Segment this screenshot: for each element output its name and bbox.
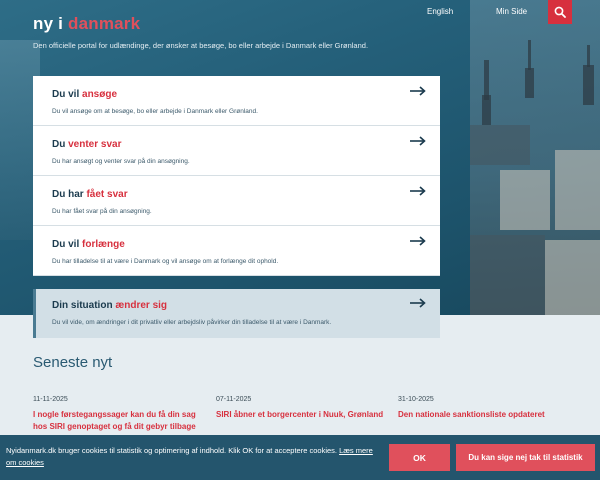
card-title: Du vil forlænge <box>52 239 125 250</box>
arrow-right-icon <box>410 86 426 96</box>
search-icon <box>554 6 566 18</box>
card-title: Du vil ansøge <box>52 89 118 100</box>
cookie-accept-button[interactable]: OK <box>389 444 450 471</box>
card-title: Du har fået svar <box>52 189 128 200</box>
situation-card-list: Du vil ansøge Du vil ansøge om at besøge… <box>33 76 440 276</box>
card-description: Du har fået svar på din ansøgning. <box>52 208 152 215</box>
news-item: 07-11-2025 SIRI åbner et borgercenter i … <box>216 396 386 421</box>
arrow-right-icon <box>410 136 426 146</box>
cookie-message: Nyidanmark.dk bruger cookies til statist… <box>6 446 373 467</box>
card-description: Du vil vide, om ændringer i dit privatli… <box>52 319 332 326</box>
card-description: Du har ansøgt og venter svar på din ansø… <box>52 158 190 165</box>
card-din-situation-aendrer-sig[interactable]: Din situation ændrer sig Du vil vide, om… <box>33 289 440 338</box>
card-du-vil-ansoge[interactable]: Du vil ansøge Du vil ansøge om at besøge… <box>33 76 440 126</box>
arrow-right-icon <box>410 186 426 196</box>
card-description: Du vil ansøge om at besøge, bo eller arb… <box>52 108 258 115</box>
news-headline-link[interactable]: SIRI åbner et borgercenter i Nuuk, Grønl… <box>216 409 386 421</box>
nav-english-link[interactable]: English <box>427 7 453 16</box>
news-section-heading: Seneste nyt <box>33 354 113 371</box>
card-du-har-faaet-svar[interactable]: Du har fået svar Du har fået svar på din… <box>33 176 440 226</box>
card-description: Du har tilladelse til at være i Danmark … <box>52 258 279 265</box>
cookie-decline-button[interactable]: Du kan sige nej tak til statistik <box>456 444 595 471</box>
card-title: Din situation ændrer sig <box>52 300 168 311</box>
search-button[interactable] <box>548 0 572 24</box>
arrow-right-icon <box>410 298 426 308</box>
city-skyline-image <box>470 0 600 315</box>
logo-text-danmark: danmark <box>68 14 141 33</box>
card-title: Du venter svar <box>52 139 122 150</box>
card-du-venter-svar[interactable]: Du venter svar Du har ansøgt og venter s… <box>33 126 440 176</box>
cookie-banner: Nyidanmark.dk bruger cookies til statist… <box>0 435 600 480</box>
site-logo[interactable]: ny i danmark <box>33 14 140 34</box>
news-headline-link[interactable]: Den nationale sanktionsliste opdateret <box>398 409 568 421</box>
news-date: 11-11-2025 <box>33 396 68 403</box>
news-date: 31-10-2025 <box>398 396 434 403</box>
news-headline-link[interactable]: I nogle førstegangssager kan du få din s… <box>33 409 203 434</box>
news-date: 07-11-2025 <box>216 396 252 403</box>
arrow-right-icon <box>410 236 426 246</box>
site-tagline: Den officielle portal for udlændinge, de… <box>33 41 369 50</box>
logo-text-ny-i: ny i <box>33 14 69 33</box>
nav-min-side-link[interactable]: Min Side <box>496 7 527 16</box>
news-item: 31-10-2025 Den nationale sanktionsliste … <box>398 396 568 421</box>
card-du-vil-forlaenge[interactable]: Du vil forlænge Du har tilladelse til at… <box>33 226 440 276</box>
news-item: 11-11-2025 I nogle førstegangssager kan … <box>33 396 203 434</box>
